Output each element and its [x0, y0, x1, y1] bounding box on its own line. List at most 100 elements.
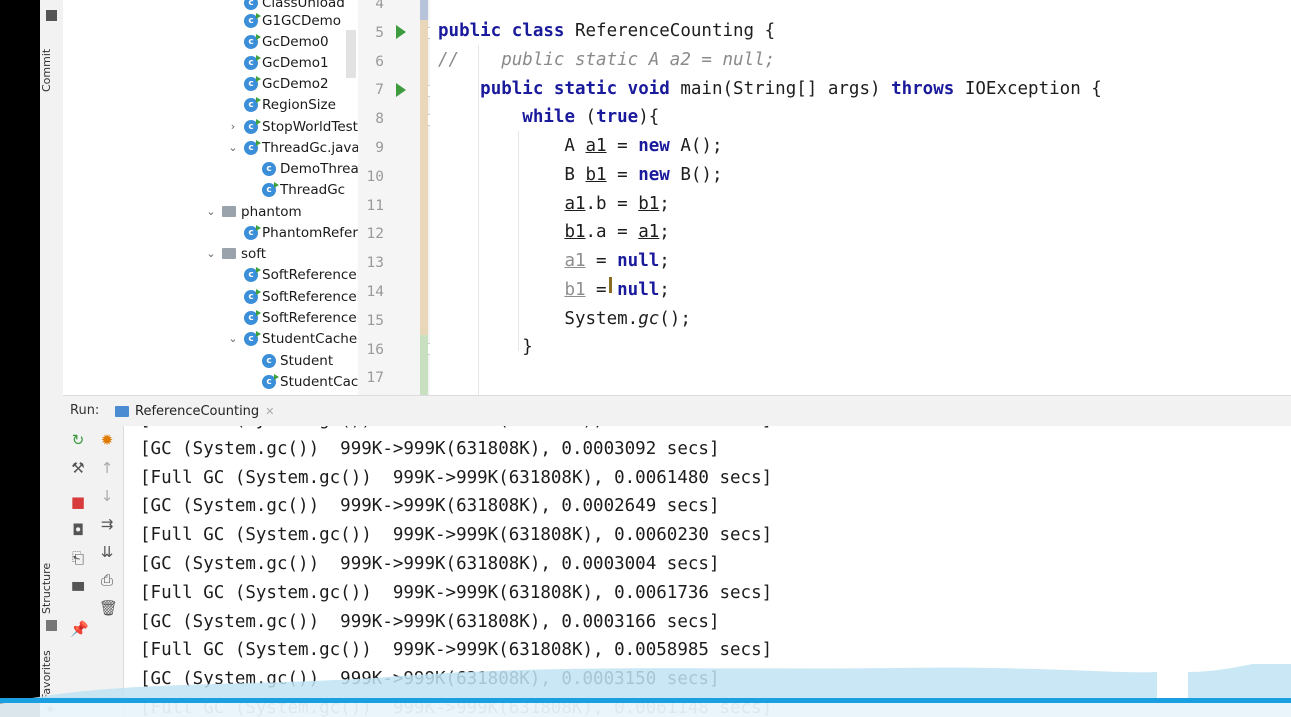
tree-item-label: RegionSize — [262, 96, 336, 113]
tree-item[interactable]: c DemoThread — [262, 158, 358, 179]
code-line-13: a1 = null; — [564, 251, 670, 271]
line-number: 10 — [366, 168, 384, 185]
tree-item[interactable]: c RegionSize — [244, 94, 336, 115]
line-number: 4 — [375, 0, 384, 12]
project-icon[interactable] — [46, 10, 57, 21]
run-label: Run: — [70, 403, 100, 418]
line-number: 16 — [366, 341, 384, 358]
console-line: [Full GC (System.gc()) 999K->999K(631808… — [140, 467, 773, 488]
wrench-icon[interactable]: ⚒ — [70, 460, 86, 476]
tree-item[interactable]: c GcDemo0 — [244, 31, 329, 52]
tree-item[interactable]: ⌄ cStudentCache.java — [226, 328, 358, 349]
layout-icon[interactable]: ▀ — [70, 583, 86, 599]
arrow-down-icon[interactable]: ↓ — [99, 488, 115, 504]
tree-item[interactable]: cStudentCache — [262, 371, 358, 392]
run-tab[interactable]: ReferenceCounting ✕ — [115, 400, 274, 422]
code-line-16: } — [438, 337, 533, 357]
code-line-10: B b1 = new B(); — [438, 165, 723, 185]
tree-item[interactable]: cPhantomReference — [244, 222, 358, 243]
run-gutter-icon[interactable] — [396, 25, 406, 39]
class-icon: c — [244, 96, 261, 112]
arrow-up-icon[interactable]: ↑ — [99, 460, 115, 476]
class-icon: c — [244, 139, 261, 155]
star-icon[interactable]: ★ — [45, 702, 56, 716]
code-line-5: public class ReferenceCounting { — [438, 21, 776, 41]
scroll-to-end-icon[interactable]: ⇊ — [99, 544, 115, 560]
console-output[interactable]: [Full GC (System.gc()) 999K->999K(631808… — [124, 426, 1291, 717]
class-icon: c — [262, 353, 276, 368]
tree-item-label: PhantomReference — [262, 224, 358, 241]
pin-icon[interactable]: 📌 — [70, 621, 89, 637]
code-editor[interactable]: public class ReferenceCounting { // publ… — [430, 0, 1291, 395]
line-number: 14 — [366, 284, 384, 300]
debug-icon[interactable]: ✹ — [99, 432, 115, 448]
vcs-change-bar-added — [420, 335, 428, 395]
tree-item[interactable]: › c StopWorldTest — [226, 116, 358, 137]
run-tab-label: ReferenceCounting — [135, 403, 260, 419]
console-line: [Full GC (System.gc()) 999K->999K(631808… — [140, 582, 773, 603]
tree-scrollbar[interactable] — [346, 30, 356, 78]
run-toolbar: ↻ ✹ ⚒ ↑ ■ ↓ ◘ ⇉ ⎗ ⇊ ▀ ⎙ 🗑 📌 — [63, 426, 124, 717]
tree-item[interactable]: c SoftReferenceD — [244, 264, 358, 285]
tree-item[interactable]: c GcDemo1 — [244, 52, 329, 73]
structure-tab[interactable]: Structure — [40, 560, 63, 616]
tree-item-label: GcDemo2 — [262, 75, 329, 92]
tree-item-label: StopWorldTest — [262, 118, 358, 135]
package-icon — [222, 206, 236, 217]
chevron-icon[interactable]: ⌄ — [204, 205, 218, 218]
line-number: 5 — [375, 24, 384, 41]
line-number: 15 — [366, 312, 384, 329]
tree-item[interactable]: c ThreadGc — [262, 179, 345, 200]
chevron-icon[interactable]: › — [226, 120, 240, 133]
commit-tab[interactable]: Commit — [40, 40, 63, 100]
structure-icon[interactable] — [46, 620, 57, 631]
tree-item[interactable]: c SoftReferenceD — [244, 307, 358, 328]
tree-item[interactable]: ⌄ soft — [204, 243, 266, 264]
console-line: [Full GC (System.gc()) 999K->999K(631808… — [140, 698, 773, 717]
tree-item-label: DemoThread — [280, 160, 358, 177]
class-icon: c — [244, 266, 261, 282]
console-line: [GC (System.gc()) 999K->999K(631808K), 0… — [140, 554, 720, 574]
tree-item[interactable]: c Student — [262, 350, 333, 371]
code-line-9: A a1 = new A(); — [438, 136, 723, 156]
console-line: [Full GC (System.gc()) 999K->999K(631808… — [140, 525, 773, 546]
tree-item-label: G1GCDemo — [262, 12, 342, 29]
tree-item-label: ThreadGc.java — [262, 139, 358, 156]
class-icon: c — [244, 12, 261, 28]
tree-item-label: SoftReferenceD — [262, 266, 358, 283]
line-number: 13 — [366, 255, 384, 272]
tree-item[interactable]: c G1GCDemo — [244, 10, 341, 31]
run-gutter-icon[interactable] — [396, 83, 406, 97]
tree-item[interactable]: ⌄ phantom — [204, 201, 302, 222]
run-tool-header: Run: ReferenceCounting ✕ — [63, 395, 1291, 427]
camera-icon[interactable]: ◘ — [70, 522, 86, 538]
chevron-icon[interactable]: ⌄ — [204, 247, 218, 260]
tree-item[interactable]: c SoftReferenceD — [244, 286, 358, 307]
tree-item[interactable]: ⌄ c ThreadGc.java — [226, 137, 358, 158]
favorites-tab[interactable]: Favorites — [40, 650, 63, 700]
line-number: 11 — [366, 197, 384, 214]
class-icon: c — [262, 161, 276, 176]
print-icon[interactable]: ⎙ — [99, 572, 115, 588]
class-icon: c — [262, 181, 279, 197]
console-line: [GC (System.gc()) 999K->999K(631808K), 0… — [140, 611, 720, 632]
stop-icon[interactable]: ■ — [70, 494, 86, 510]
chevron-icon[interactable]: ⌄ — [226, 332, 240, 345]
text-cursor — [609, 277, 612, 293]
close-icon[interactable]: ✕ — [265, 405, 274, 418]
exit-icon[interactable]: ⎗ — [70, 550, 86, 566]
trash-icon[interactable]: 🗑 — [99, 600, 118, 616]
class-icon: c — [244, 118, 261, 134]
code-line-6: // public static A a2 = null; — [438, 50, 776, 70]
tree-item-label: phantom — [241, 203, 302, 220]
soft-wrap-icon[interactable]: ⇉ — [99, 516, 115, 532]
class-icon: c — [244, 33, 261, 49]
tree-item[interactable]: c GcDemo2 — [244, 73, 329, 94]
console-line: [GC (System.gc()) 999K->999K(631808K), 0… — [140, 496, 720, 517]
tree-item-label: StudentCache — [280, 373, 358, 390]
class-icon: c — [244, 330, 261, 346]
rerun-icon[interactable]: ↻ — [70, 432, 86, 448]
vcs-change-bar-modified — [420, 0, 428, 20]
code-line-11: a1.b = b1; — [564, 194, 670, 214]
chevron-icon[interactable]: ⌄ — [226, 141, 240, 154]
